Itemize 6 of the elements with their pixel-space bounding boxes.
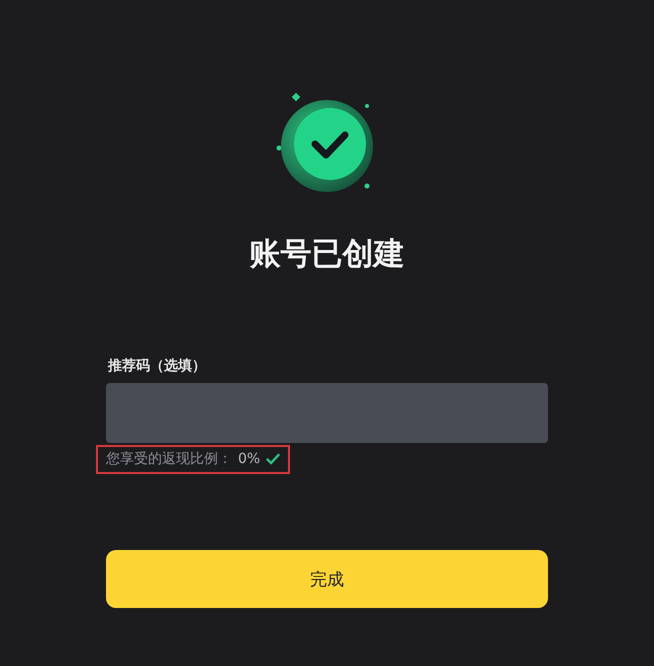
page-title: 账号已创建 [250, 236, 404, 274]
done-button[interactable]: 完成 [106, 550, 548, 608]
field-label: 推荐码（选填） [108, 357, 207, 376]
referral-code-field[interactable] [106, 383, 548, 444]
rebate-label: 您享受的返现比例： [106, 450, 232, 468]
rebate-value: 0% [238, 451, 260, 468]
